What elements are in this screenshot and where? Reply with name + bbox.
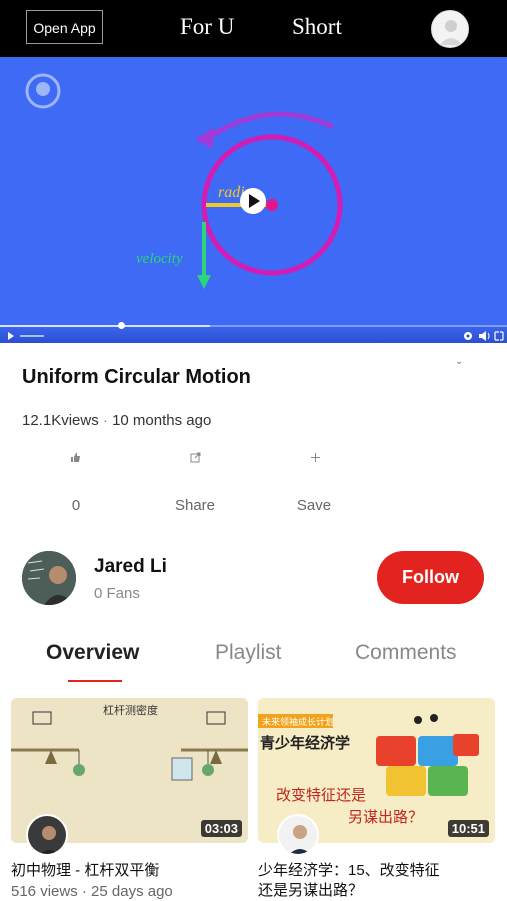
open-app-button[interactable]: Open App — [26, 10, 103, 44]
channel-fans: 0 Fans — [94, 585, 140, 602]
card-meta: 516 views · 25 days ago — [11, 883, 173, 900]
settings-icon[interactable] — [464, 332, 472, 340]
card-title-line-2: 还是另谋出路？ — [258, 882, 364, 899]
user-avatar[interactable] — [431, 10, 469, 48]
tab-for-u[interactable]: For U — [180, 14, 234, 40]
progress-fill — [0, 325, 210, 327]
chevron-down-icon[interactable]: ⌄ — [455, 356, 463, 367]
thumbnail-heading: 杠杆测密度 — [103, 703, 158, 717]
thumbs-up-icon[interactable] — [70, 452, 81, 466]
arrow-head-icon — [195, 127, 215, 149]
channel-logo-icon — [25, 73, 61, 109]
share-icon[interactable] — [190, 452, 201, 466]
tab-comments[interactable]: Comments — [355, 641, 457, 665]
duration-badge: 03:03 — [200, 820, 242, 837]
small-play-icon[interactable] — [8, 332, 14, 340]
card-channel-avatar[interactable] — [277, 814, 319, 856]
card-title[interactable]: 少年经济学：15、改变特征 还是另谋出路？ — [258, 861, 440, 901]
thumbnail-heading: 青少年经济学 — [260, 734, 350, 752]
tab-short[interactable]: Short — [292, 14, 342, 40]
thumbnail-text-2: 另谋出路？ — [348, 808, 423, 826]
top-bar: Open App For U Short — [0, 0, 507, 57]
active-tab-indicator — [68, 680, 122, 682]
save-button[interactable]: Save — [274, 497, 354, 514]
card-title[interactable]: 初中物理 - 杠杆双平衡 — [11, 861, 159, 881]
follow-button[interactable]: Follow — [377, 551, 484, 604]
upload-time: 10 months ago — [112, 412, 212, 429]
velocity-arrow-head-icon — [197, 275, 211, 289]
velocity-label: velocity — [136, 251, 183, 267]
video-player[interactable]: radius velocity — [0, 57, 507, 343]
plus-icon[interactable] — [310, 452, 321, 466]
card-channel-avatar[interactable] — [26, 814, 68, 856]
time-readout-icon — [20, 335, 44, 337]
channel-avatar[interactable] — [22, 551, 76, 605]
progress-scrubber[interactable] — [118, 322, 125, 329]
card-title-line-1: 少年经济学：15、改变特征 — [258, 862, 440, 879]
duration-badge: 10:51 — [447, 820, 489, 837]
fullscreen-icon[interactable] — [494, 331, 504, 341]
volume-icon[interactable] — [479, 331, 490, 341]
like-count[interactable]: 0 — [36, 497, 116, 514]
video-meta: 12.1Kviews · 10 months ago — [22, 412, 212, 429]
thumbnail-banner: 未来领袖成长计划 — [262, 716, 334, 728]
thumbnail-text-1: 改变特征还是 — [276, 786, 366, 804]
center-dot — [266, 199, 278, 211]
tab-playlist[interactable]: Playlist — [215, 641, 282, 665]
channel-name[interactable]: Jared Li — [94, 556, 167, 578]
rotation-arrow — [208, 111, 335, 140]
view-count: 12.1Kviews — [22, 412, 99, 429]
video-title: Uniform Circular Motion — [22, 366, 251, 388]
play-icon[interactable] — [240, 188, 266, 214]
share-button[interactable]: Share — [155, 497, 235, 514]
tab-overview[interactable]: Overview — [46, 641, 139, 665]
